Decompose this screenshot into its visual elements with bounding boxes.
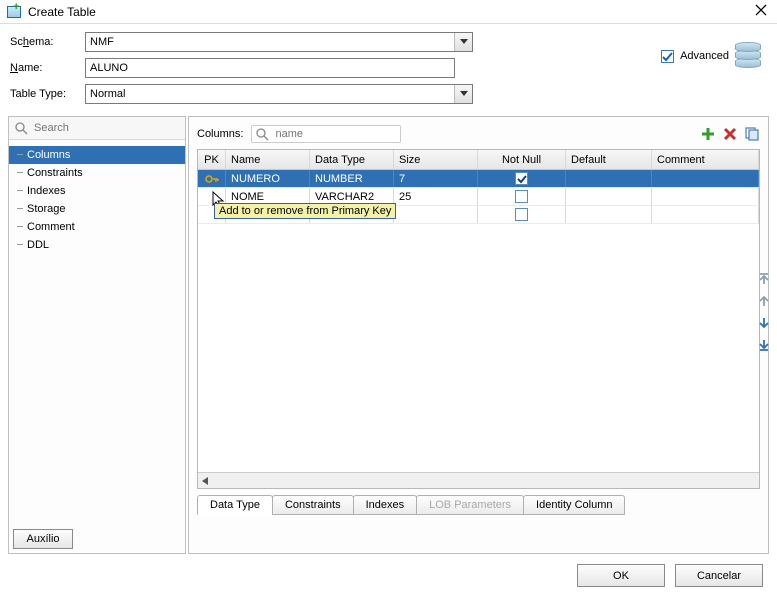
arrow-top-icon xyxy=(757,272,771,286)
header-size[interactable]: Size xyxy=(394,150,478,169)
tree-item-storage[interactable]: Storage xyxy=(9,200,185,218)
subtab-data-type[interactable]: Data Type xyxy=(197,495,273,515)
cell-size[interactable] xyxy=(394,206,478,223)
copy-icon xyxy=(745,127,759,141)
delete-icon xyxy=(723,127,737,141)
name-value: ALUNO xyxy=(90,62,128,74)
window-title: Create Table xyxy=(28,5,751,19)
columns-grid: PK Name Data Type Size Not Null Default … xyxy=(197,149,760,489)
close-icon xyxy=(755,4,767,16)
arrow-up-icon xyxy=(757,294,771,308)
tree-search-input[interactable] xyxy=(32,121,179,135)
category-tree-panel: ColumnsConstraintsIndexesStorageCommentD… xyxy=(8,116,186,554)
subtab-indexes[interactable]: Indexes xyxy=(353,495,418,515)
header-type[interactable]: Data Type xyxy=(310,150,394,169)
tree-item-columns[interactable]: Columns xyxy=(9,146,185,164)
grid-horizontal-scrollbar[interactable] xyxy=(198,472,759,488)
pk-tooltip: Add to or remove from Primary Key xyxy=(214,203,396,219)
delete-column-button[interactable] xyxy=(722,126,738,142)
columns-search-input[interactable] xyxy=(273,127,383,141)
name-label: Name: xyxy=(10,62,85,74)
arrow-down-icon xyxy=(757,316,771,330)
grid-header: PK Name Data Type Size Not Null Default … xyxy=(198,150,759,170)
table-row[interactable]: NUMERONUMBER7 xyxy=(198,170,759,188)
cell-notnull[interactable] xyxy=(478,170,566,187)
header-notnull[interactable]: Not Null xyxy=(478,150,566,169)
table-type-dropdown[interactable]: Normal xyxy=(85,84,473,104)
cell-comment[interactable] xyxy=(652,188,759,205)
create-table-icon: + xyxy=(6,4,22,20)
advanced-label: Advanced xyxy=(680,50,729,62)
columns-panel: Columns: PK Name Data Typ xyxy=(188,116,769,554)
cell-comment[interactable] xyxy=(652,170,759,187)
help-button-label: Auxílio xyxy=(26,533,59,545)
header-default[interactable]: Default xyxy=(566,150,652,169)
move-bottom-button[interactable] xyxy=(755,336,773,354)
search-icon xyxy=(256,128,269,141)
cell-default[interactable] xyxy=(566,206,652,223)
cell-default[interactable] xyxy=(566,188,652,205)
close-button[interactable] xyxy=(751,3,771,21)
add-column-button[interactable] xyxy=(700,126,716,142)
search-icon xyxy=(15,122,28,135)
scroll-left-icon xyxy=(200,475,211,486)
header-name[interactable]: Name xyxy=(226,150,310,169)
arrow-bottom-icon xyxy=(757,338,771,352)
chevron-down-icon xyxy=(454,85,472,103)
ok-button-label: OK xyxy=(613,570,629,582)
columns-search[interactable] xyxy=(251,125,401,143)
check-icon xyxy=(662,51,673,62)
category-tree: ColumnsConstraintsIndexesStorageCommentD… xyxy=(9,140,185,260)
subtab-identity-column[interactable]: Identity Column xyxy=(523,495,625,515)
copy-column-button[interactable] xyxy=(744,126,760,142)
advanced-checkbox[interactable] xyxy=(661,50,674,63)
cell-size[interactable]: 25 xyxy=(394,188,478,205)
tree-item-constraints[interactable]: Constraints xyxy=(9,164,185,182)
cell-type[interactable]: NUMBER xyxy=(310,170,394,187)
columns-header-label: Columns: xyxy=(197,128,243,140)
subtab-lob-parameters: LOB Parameters xyxy=(416,495,524,515)
tree-item-comment[interactable]: Comment xyxy=(9,218,185,236)
chevron-down-icon xyxy=(454,33,472,51)
cell-default[interactable] xyxy=(566,170,652,187)
move-up-button[interactable] xyxy=(755,292,773,310)
help-button[interactable]: Auxílio xyxy=(13,529,73,549)
subtab-constraints[interactable]: Constraints xyxy=(272,495,354,515)
plus-icon xyxy=(701,127,715,141)
cell-comment[interactable] xyxy=(652,206,759,223)
cancel-button[interactable]: Cancelar xyxy=(675,564,763,587)
name-input[interactable]: ALUNO xyxy=(85,58,455,78)
schema-value: NMF xyxy=(90,36,114,48)
move-down-button[interactable] xyxy=(755,314,773,332)
header-comment[interactable]: Comment xyxy=(652,150,759,169)
cancel-button-label: Cancelar xyxy=(697,570,741,582)
cell-size[interactable]: 7 xyxy=(394,170,478,187)
header-pk[interactable]: PK xyxy=(198,150,226,169)
schema-dropdown[interactable]: NMF xyxy=(85,32,473,52)
schema-label: Schema: xyxy=(10,36,85,48)
cell-notnull[interactable] xyxy=(478,206,566,223)
cell-name[interactable]: NUMERO xyxy=(226,170,310,187)
table-type-label: Table Type: xyxy=(10,88,85,100)
sub-tabs: Data TypeConstraintsIndexesLOB Parameter… xyxy=(189,489,768,515)
move-top-button[interactable] xyxy=(755,270,773,288)
database-icon xyxy=(735,42,761,70)
tree-item-indexes[interactable]: Indexes xyxy=(9,182,185,200)
table-type-value: Normal xyxy=(90,88,125,100)
cell-pk[interactable] xyxy=(198,170,226,187)
primary-key-icon xyxy=(205,172,219,186)
tree-item-ddl[interactable]: DDL xyxy=(9,236,185,254)
ok-button[interactable]: OK xyxy=(577,564,665,587)
title-bar: + Create Table xyxy=(0,0,777,24)
cell-notnull[interactable] xyxy=(478,188,566,205)
